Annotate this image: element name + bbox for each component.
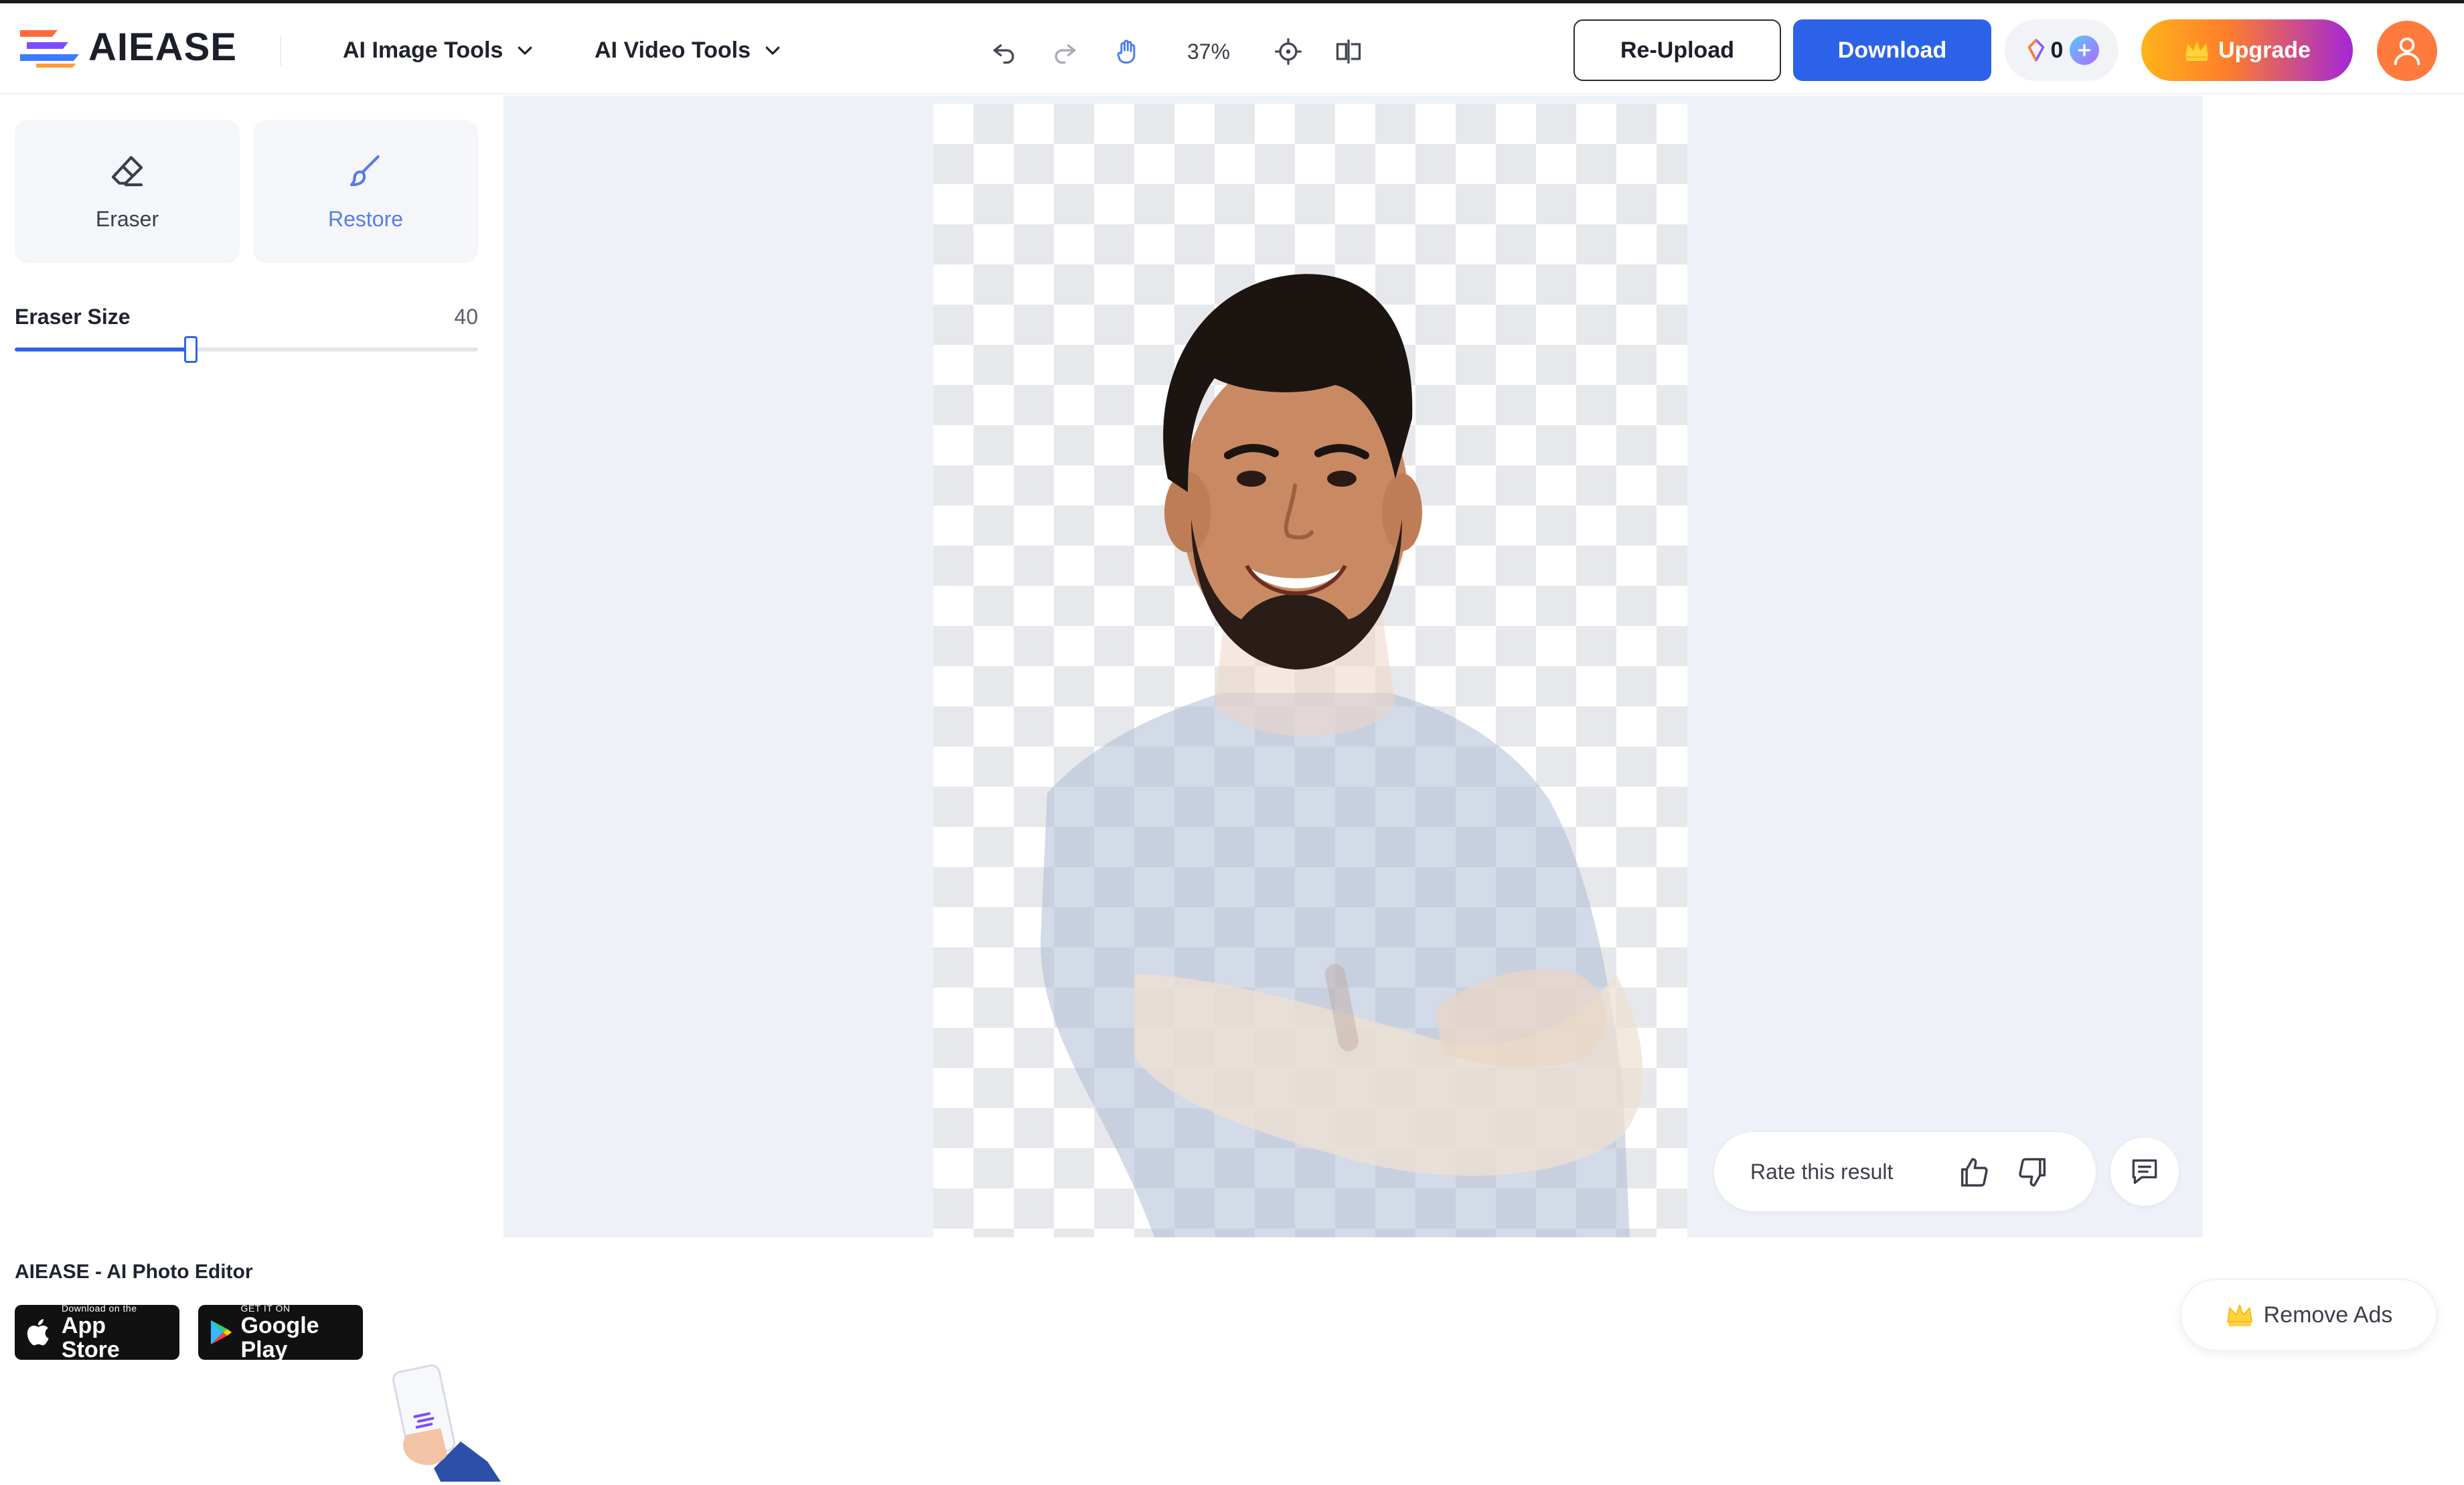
rate-result-box: Rate this result	[1714, 1132, 2096, 1211]
fit-to-screen-button[interactable]	[1269, 33, 1307, 70]
plus-icon	[2078, 44, 2091, 57]
upgrade-label: Upgrade	[2218, 37, 2311, 63]
eraser-tool-label: Eraser	[95, 206, 159, 231]
tools-panel: Eraser Restore Eraser Size 40 AIEASE - A…	[0, 96, 502, 1482]
eraser-icon	[111, 155, 143, 186]
redo-icon	[1055, 44, 1076, 64]
chevron-down-icon	[518, 46, 532, 55]
reupload-button[interactable]: Re-Upload	[1573, 19, 1781, 81]
crown-icon	[2226, 1304, 2252, 1326]
eraser-size-slider-fill	[15, 347, 191, 351]
user-avatar[interactable]	[2377, 21, 2437, 81]
remove-ads-label: Remove Ads	[2263, 1302, 2393, 1328]
redo-button[interactable]	[1046, 33, 1083, 70]
add-credits-button[interactable]	[2070, 35, 2100, 65]
credit-gem-icon	[2027, 39, 2044, 62]
fit-target-icon	[1275, 38, 1302, 65]
top-header: AIEASE AI Image Tools AI Video Tools 37%…	[0, 3, 2464, 94]
thumbs-down-icon	[2019, 1158, 2046, 1187]
google-play-button[interactable]: GET IT ON Google Play	[198, 1303, 363, 1362]
upgrade-button[interactable]: Upgrade	[2141, 19, 2353, 81]
google-play-big-text: Google Play	[240, 1313, 319, 1362]
phone-hand-icon	[392, 1364, 501, 1482]
undo-icon	[993, 44, 1014, 64]
chat-feedback-icon	[2132, 1159, 2157, 1184]
restore-tool-label: Restore	[327, 206, 404, 231]
aiease-logo-icon	[20, 30, 79, 68]
eraser-tool-button[interactable]: Eraser	[15, 120, 240, 263]
subject-photo-illustration	[933, 104, 1687, 1237]
brush-icon	[350, 155, 380, 186]
credits-badge[interactable]: 0	[2005, 19, 2119, 81]
hand-pan-button[interactable]	[1109, 33, 1146, 70]
crown-icon	[2185, 40, 2209, 61]
user-icon	[2394, 37, 2420, 66]
thumbs-up-icon	[1960, 1158, 1988, 1187]
brand-logo[interactable]: AIEASE	[16, 23, 237, 70]
undo-button[interactable]	[986, 33, 1023, 70]
thumbs-up-button[interactable]	[1956, 1155, 1991, 1190]
header-divider	[280, 35, 281, 66]
download-button[interactable]: Download	[1793, 19, 1991, 81]
compare-button[interactable]	[1330, 33, 1367, 70]
chevron-down-icon	[765, 46, 780, 55]
google-play-icon	[210, 1320, 232, 1345]
nav-ai-image-tools[interactable]: AI Image Tools	[343, 31, 535, 69]
nav-ai-video-tools-label: AI Video Tools	[595, 37, 751, 63]
feedback-button[interactable]	[2110, 1138, 2179, 1206]
eraser-size-slider-handle[interactable]	[183, 336, 198, 363]
remove-ads-button[interactable]: Remove Ads	[2180, 1279, 2437, 1351]
editor-canvas[interactable]: Rate this result	[504, 96, 2203, 1237]
apple-icon	[27, 1319, 49, 1346]
edited-photo[interactable]	[933, 104, 1687, 1237]
credits-count: 0	[2050, 37, 2064, 63]
compare-icon	[1336, 39, 1361, 64]
eraser-size-value: 40	[454, 305, 478, 329]
app-promo-title: AIEASE - AI Photo Editor	[15, 1261, 253, 1283]
nav-ai-video-tools[interactable]: AI Video Tools	[595, 31, 783, 69]
zoom-level[interactable]: 37%	[1178, 34, 1239, 69]
eraser-size-slider[interactable]	[15, 336, 478, 363]
nav-ai-image-tools-label: AI Image Tools	[343, 37, 504, 63]
app-store-big-text: App Store	[61, 1313, 120, 1362]
brand-name: AIEASE	[88, 25, 237, 69]
eraser-size-label: Eraser Size	[15, 305, 131, 329]
hand-pan-icon	[1117, 40, 1136, 64]
rate-result-label: Rate this result	[1750, 1159, 1894, 1184]
thumbs-down-button[interactable]	[2015, 1155, 2050, 1190]
app-store-small-text: Download on the	[61, 1303, 137, 1314]
app-store-button[interactable]: Download on the App Store	[15, 1303, 179, 1362]
google-play-small-text: GET IT ON	[240, 1303, 291, 1314]
phone-in-hand-illustration	[387, 1361, 501, 1482]
restore-tool-button[interactable]: Restore	[253, 120, 478, 263]
